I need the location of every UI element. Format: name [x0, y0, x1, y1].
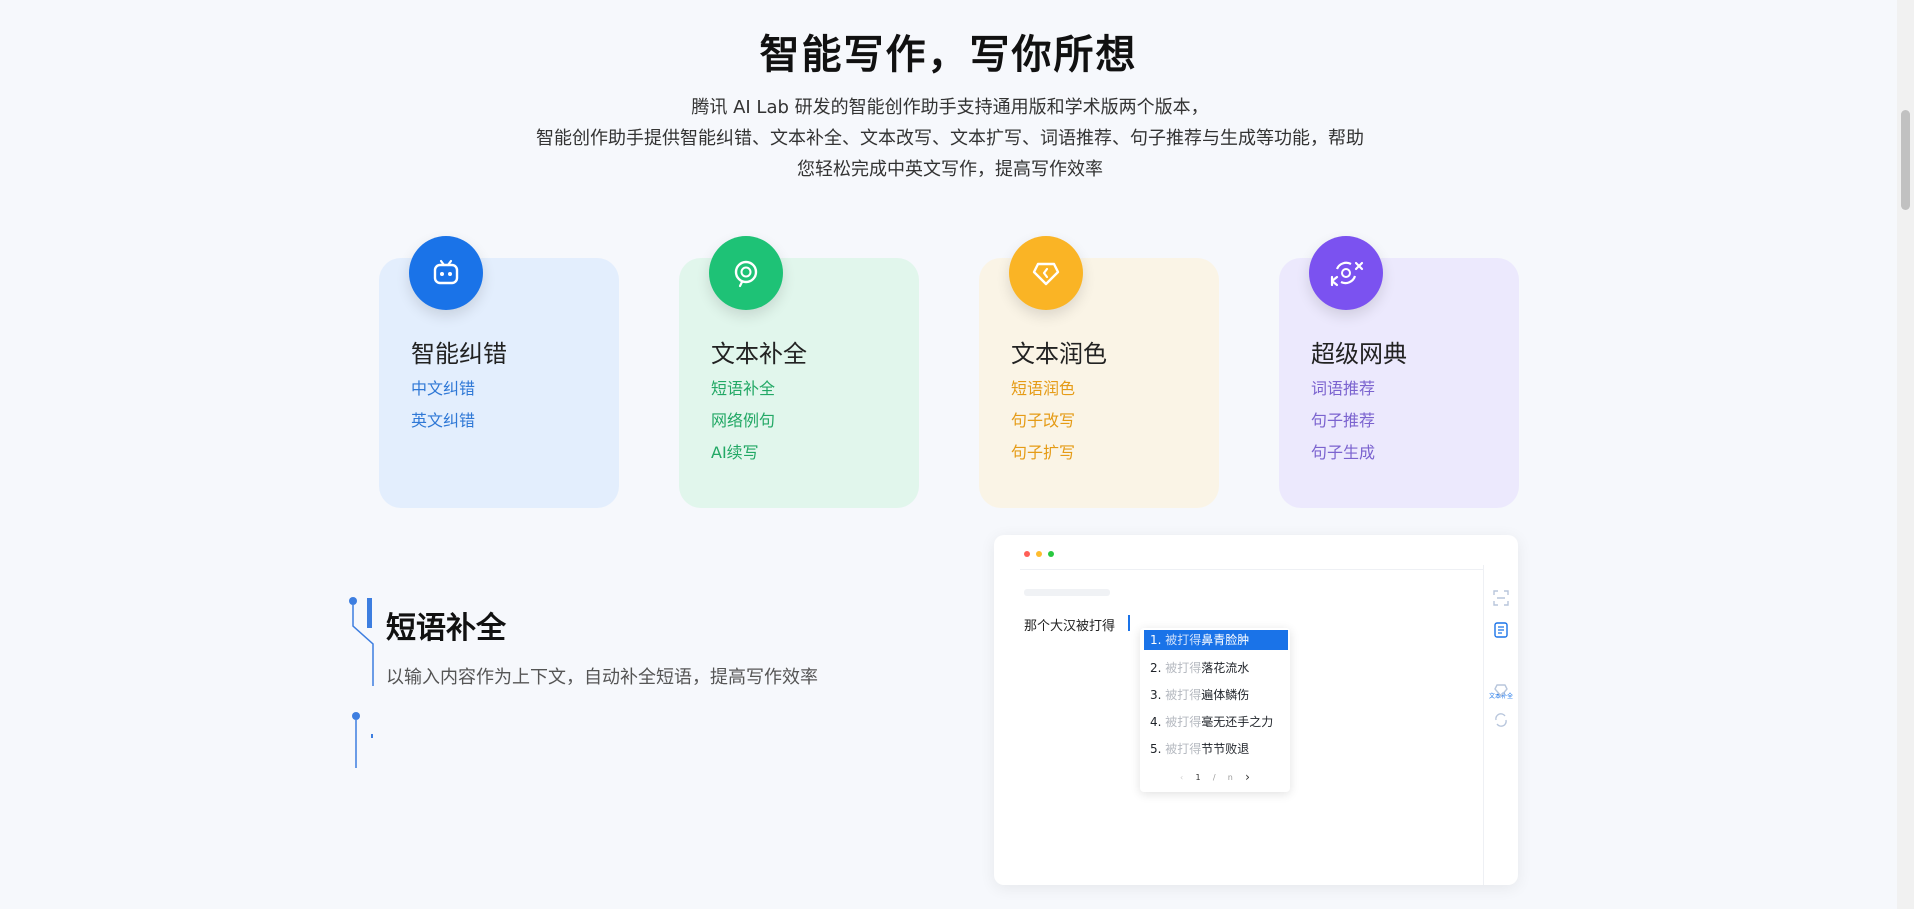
- feature-decoration: [349, 597, 374, 768]
- text-completion-icon[interactable]: [1492, 621, 1510, 639]
- scan-icon[interactable]: [1492, 589, 1510, 607]
- link-sentence-rewrite[interactable]: 句子改写: [1011, 410, 1075, 432]
- polish-tag-icon[interactable]: [1492, 681, 1510, 699]
- title-placeholder: [1024, 589, 1110, 596]
- card-text-polish: 文本润色 短语润色 句子改写 句子扩写: [979, 236, 1219, 508]
- link-phrase-completion[interactable]: 短语补全: [711, 378, 775, 400]
- card-super-dictionary: 超级网典 词语推荐 句子推荐 句子生成: [1279, 236, 1519, 508]
- suggestion-item[interactable]: 4. 被打得毫无还手之力: [1144, 712, 1288, 732]
- link-chinese-correction[interactable]: 中文纠错: [411, 378, 475, 400]
- suggestion-item[interactable]: 1. 被打得鼻青脸肿: [1144, 630, 1288, 650]
- page-scrollbar[interactable]: [1897, 0, 1914, 909]
- link-word-recommend[interactable]: 词语推荐: [1311, 378, 1375, 400]
- link-english-correction[interactable]: 英文纠错: [411, 410, 475, 432]
- window-divider: [1020, 569, 1484, 570]
- window-dot-green: [1048, 551, 1054, 557]
- link-sentence-generate[interactable]: 句子生成: [1311, 442, 1375, 464]
- editor-sidebar: 文本补全: [1483, 565, 1518, 885]
- link-web-examples[interactable]: 网络例句: [711, 410, 775, 432]
- hero-desc-line-3: 您轻松完成中英文写作，提高写作效率: [797, 159, 1103, 180]
- robot-face-icon: [409, 236, 483, 310]
- card-title: 智能纠错: [411, 340, 507, 368]
- refresh-icon[interactable]: [1492, 711, 1510, 729]
- suggestion-item[interactable]: 5. 被打得节节败退: [1144, 739, 1288, 759]
- window-dot-red: [1024, 551, 1030, 557]
- chevron-right-icon[interactable]: ›: [1245, 770, 1250, 784]
- link-ai-continue[interactable]: AI续写: [711, 442, 775, 464]
- card-title: 超级网典: [1311, 340, 1407, 368]
- pager-separator: /: [1212, 772, 1216, 782]
- hero-desc-line-2: 智能创作助手提供智能纠错、文本补全、文本改写、文本扩写、词语推荐、句子推荐与生成…: [536, 128, 1364, 149]
- window-dot-yellow: [1036, 551, 1042, 557]
- text-caret: [1128, 615, 1130, 631]
- suggestion-pager: ‹ 1 / n ›: [1180, 770, 1250, 784]
- editor-text[interactable]: 那个大汉被打得: [1024, 615, 1115, 634]
- tag-icon: [1009, 236, 1083, 310]
- link-phrase-polish[interactable]: 短语润色: [1011, 378, 1075, 400]
- hero-desc-line-1: 腾讯 AI Lab 研发的智能创作助手支持通用版和学术版两个版本，: [691, 97, 1209, 118]
- card-text-completion: 文本补全 短语补全 网络例句 AI续写: [679, 236, 919, 508]
- hero-description: 腾讯 AI Lab 研发的智能创作助手支持通用版和学术版两个版本， 智能创作助手…: [480, 92, 1420, 185]
- suggestion-item[interactable]: 3. 被打得遍体鳞伤: [1144, 685, 1288, 705]
- feature-description: 以输入内容作为上下文，自动补全短语，提高写作效率: [386, 667, 818, 688]
- link-sentence-recommend[interactable]: 句子推荐: [1311, 410, 1375, 432]
- card-title: 文本润色: [1011, 340, 1107, 368]
- card-smart-correction: 智能纠错 中文纠错 英文纠错: [379, 236, 619, 508]
- scrollbar-thumb[interactable]: [1901, 110, 1910, 210]
- chevron-left-icon[interactable]: ‹: [1180, 773, 1183, 782]
- suggestion-item[interactable]: 2. 被打得落花流水: [1144, 658, 1288, 678]
- pager-total: n: [1227, 772, 1233, 782]
- card-title: 文本补全: [711, 340, 807, 368]
- link-sentence-expand[interactable]: 句子扩写: [1011, 442, 1075, 464]
- suggestion-popup: 1. 被打得鼻青脸肿 2. 被打得落花流水 3. 被打得遍体鳞伤 4. 被打得毫…: [1140, 628, 1290, 792]
- feature-title: 短语补全: [386, 611, 506, 646]
- translate-icon: [1309, 236, 1383, 310]
- pager-current: 1: [1195, 772, 1201, 782]
- speech-bubble-icon: [709, 236, 783, 310]
- hero-title: 智能写作，写你所想: [759, 32, 1138, 78]
